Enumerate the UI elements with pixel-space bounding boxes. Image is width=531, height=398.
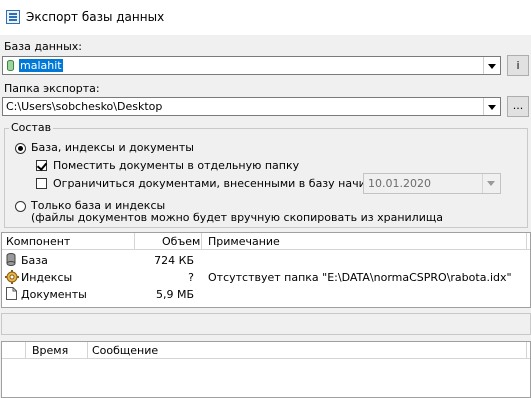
- date-value: 10.01.2020: [368, 177, 431, 190]
- components-table[interactable]: Компонент Объем Примечание База 724 КБ И…: [1, 232, 531, 308]
- checkbox-separate-folder[interactable]: [36, 160, 47, 171]
- database-value: malahit: [19, 59, 63, 72]
- log-table[interactable]: Время Сообщение: [1, 341, 531, 398]
- checkbox-limit-docs-label[interactable]: Ограничиться документами, внесенными в б…: [53, 177, 396, 190]
- gear-icon: [5, 270, 19, 284]
- components-table-header: Компонент Объем Примечание: [2, 233, 530, 250]
- composition-legend: Состав: [9, 121, 54, 134]
- database-info-button[interactable]: i: [507, 55, 529, 76]
- title-bar: Экспорт базы данных: [0, 0, 531, 35]
- row-size: ?: [188, 271, 194, 284]
- database-icon: [6, 253, 18, 266]
- date-dropdown-button[interactable]: [482, 174, 500, 193]
- table-row[interactable]: Документы 5,9 МБ: [2, 285, 530, 303]
- radio-base-only-note: (файлы документов можно будет вручную ск…: [31, 211, 443, 224]
- row-name: Документы: [21, 288, 87, 301]
- date-picker[interactable]: 10.01.2020: [363, 173, 501, 194]
- column-size[interactable]: Объем: [162, 235, 200, 248]
- chevron-down-icon: [488, 64, 496, 69]
- progress-bar: [1, 313, 531, 335]
- row-size: 5,9 МБ: [155, 288, 194, 301]
- chevron-down-icon: [487, 181, 495, 186]
- column-component[interactable]: Компонент: [6, 235, 70, 248]
- checkbox-separate-folder-label[interactable]: Поместить документы в отдельную папку: [53, 159, 299, 172]
- export-folder-combo[interactable]: C:\Users\sobchesko\Desktop: [2, 97, 501, 116]
- column-note[interactable]: Примечание: [208, 235, 280, 248]
- browse-button[interactable]: ...: [507, 96, 529, 117]
- database-dropdown-button[interactable]: [483, 57, 500, 74]
- app-icon: [6, 10, 20, 24]
- radio-full[interactable]: [15, 143, 26, 154]
- table-row[interactable]: База 724 КБ: [2, 251, 530, 269]
- table-row[interactable]: Индексы ? Отсутствует папка "E:\DATA\nor…: [2, 268, 530, 286]
- radio-full-label[interactable]: База, индексы и документы: [31, 141, 194, 154]
- window-title: Экспорт базы данных: [26, 10, 165, 24]
- log-table-header: Время Сообщение: [2, 342, 530, 359]
- radio-base-only[interactable]: [15, 201, 26, 212]
- column-message[interactable]: Сообщение: [92, 344, 158, 357]
- column-time[interactable]: Время: [32, 344, 68, 357]
- database-combo[interactable]: malahit: [2, 56, 501, 75]
- row-size: 724 КБ: [154, 254, 194, 267]
- row-note: Отсутствует папка "E:\DATA\normaCSPRO\ra…: [208, 271, 512, 284]
- database-icon: [7, 60, 14, 71]
- export-folder-value: C:\Users\sobchesko\Desktop: [6, 100, 163, 113]
- row-name: Индексы: [21, 271, 73, 284]
- export-folder-dropdown-button[interactable]: [483, 98, 500, 115]
- row-name: База: [21, 254, 48, 267]
- export-folder-label: Папка экспорта:: [4, 82, 100, 95]
- chevron-down-icon: [488, 105, 496, 110]
- database-label: База данных:: [4, 40, 83, 53]
- checkbox-limit-docs[interactable]: [36, 178, 47, 189]
- document-icon: [6, 287, 18, 300]
